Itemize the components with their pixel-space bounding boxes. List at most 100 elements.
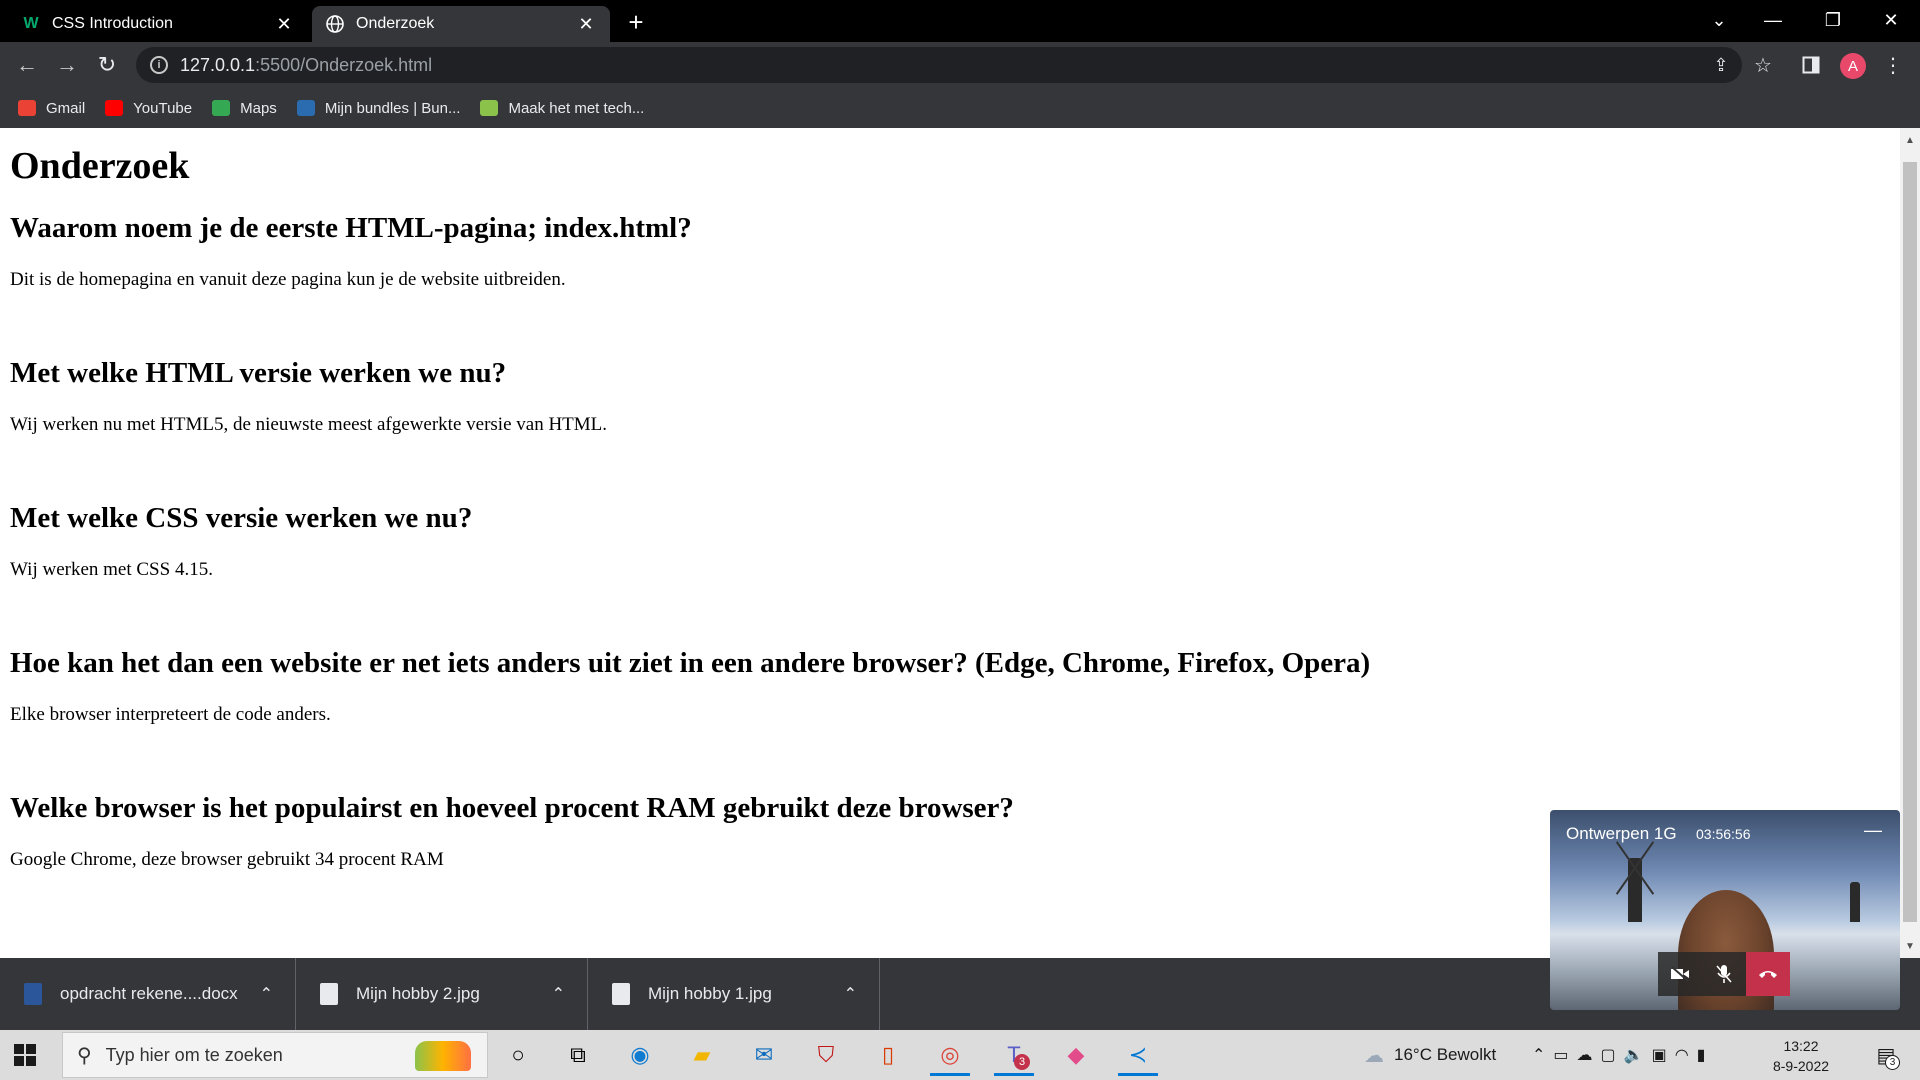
gmail-icon <box>18 100 36 116</box>
chevron-up-icon[interactable]: ⌃ <box>260 984 273 1004</box>
notification-badge: 3 <box>1885 1055 1900 1070</box>
bookmark-label: YouTube <box>133 99 193 117</box>
mcafee-icon[interactable]: ⛉ <box>802 1034 850 1076</box>
back-button[interactable]: ← <box>12 50 42 80</box>
globe-icon <box>326 15 344 33</box>
teams-call-window[interactable]: Ontwerpen 1G 03:56:56 — <box>1550 810 1900 1010</box>
minimize-call-icon[interactable]: — <box>1864 820 1882 841</box>
file-explorer-icon[interactable]: ▰ <box>678 1034 726 1076</box>
info-icon[interactable]: i <box>150 56 168 74</box>
clock-time: 13:22 <box>1783 1038 1819 1054</box>
bookmark-label: Gmail <box>46 99 86 117</box>
onedrive-icon[interactable]: ☁ <box>1577 1045 1601 1065</box>
hang-up-button[interactable] <box>1746 952 1790 996</box>
scrollbar-thumb[interactable] <box>1903 162 1917 922</box>
section-text: Elke browser interpreteert de code ander… <box>10 704 331 725</box>
word-file-icon <box>24 983 42 1005</box>
microphone-icon[interactable]: ▮ <box>1697 1045 1714 1065</box>
taskbar-search-box[interactable]: ⚲ Typ hier om te zoeken <box>62 1032 488 1078</box>
bundles-icon <box>296 100 315 116</box>
section-text: Wij werken met CSS 4.15. <box>10 559 213 580</box>
address-bar[interactable]: i 127.0.0.1:5500/Onderzoek.html <box>136 47 1742 83</box>
tab-label: CSS Introduction <box>52 15 173 32</box>
search-highlight-icon <box>415 1041 471 1071</box>
tech-icon <box>480 100 499 116</box>
tab-onderzoek[interactable]: Onderzoek ✕ <box>312 6 610 42</box>
weather-widget[interactable]: ☁ 16°C Bewolkt <box>1364 1030 1496 1080</box>
minimize-button[interactable]: — <box>1744 0 1802 40</box>
download-item[interactable]: Mijn hobby 2.jpg ⌃ <box>296 958 588 1030</box>
new-tab-button[interactable]: + <box>622 7 650 37</box>
battery-icon[interactable]: ▭ <box>1553 1045 1576 1065</box>
close-icon[interactable]: ✕ <box>274 14 294 34</box>
browser-titlebar: W CSS Introduction ✕ Onderzoek ✕ + ⌄ — ❐… <box>0 0 1920 42</box>
tab-css-introduction[interactable]: W CSS Introduction ✕ <box>8 6 308 42</box>
cortana-icon[interactable]: ○ <box>494 1034 542 1076</box>
mic-off-icon[interactable] <box>1702 952 1746 996</box>
system-tray[interactable]: ⌃ ▭ ☁ ▢ 🔈 ▣ ◠ ▮ <box>1532 1030 1713 1080</box>
page-title: Onderzoek <box>10 145 190 187</box>
reload-button[interactable]: ↻ <box>92 50 122 80</box>
teams-badge: 3 <box>1014 1054 1030 1070</box>
taskbar-clock[interactable]: 13:22 8-9-2022 <box>1760 1036 1842 1076</box>
section-heading: Met welke HTML versie werken we nu? <box>10 357 507 389</box>
section-heading: Waarom noem je de eerste HTML-pagina; in… <box>10 212 692 244</box>
side-panel-icon[interactable] <box>1796 50 1826 80</box>
wifi-icon[interactable]: ◠ <box>1675 1045 1697 1065</box>
download-label: Mijn hobby 2.jpg <box>356 984 480 1003</box>
chevron-up-icon[interactable]: ⌃ <box>844 984 857 1004</box>
vscode-icon[interactable]: ≺ <box>1114 1034 1162 1076</box>
maps-icon <box>212 100 231 116</box>
tab-search-icon[interactable]: ⌄ <box>1690 0 1748 40</box>
bookmark-gmail[interactable]: Gmail <box>18 100 85 117</box>
restore-button[interactable]: ❐ <box>1804 0 1862 40</box>
office-icon[interactable]: ▯ <box>864 1034 912 1076</box>
bookmark-tech[interactable]: Maak het met tech... <box>480 100 644 117</box>
url-host: 127.0.0.1 <box>180 54 256 75</box>
chevron-up-icon[interactable]: ⌃ <box>552 984 565 1004</box>
meet-now-icon[interactable]: ▢ <box>1601 1045 1624 1065</box>
section-text: Wij werken nu met HTML5, de nieuwste mee… <box>10 414 608 435</box>
bookmark-youtube[interactable]: YouTube <box>105 100 192 117</box>
url-path: :5500/Onderzoek.html <box>255 54 433 75</box>
bookmark-star-icon[interactable]: ☆ <box>1748 50 1778 80</box>
bookmarks-bar: Gmail YouTube Maps Mijn bundles | Bun...… <box>0 88 1920 128</box>
notifications-icon[interactable]: ▤ 3 <box>1862 1034 1910 1076</box>
display-icon[interactable]: ▣ <box>1652 1045 1675 1065</box>
windows-start-icon[interactable] <box>14 1044 36 1066</box>
download-label: opdracht rekene....docx <box>60 984 238 1003</box>
page-scrollbar[interactable]: ▲ ▼ <box>1900 128 1920 958</box>
section-heading: Hoe kan het dan een website er net iets … <box>10 647 1371 679</box>
windows-taskbar: ⚲ Typ hier om te zoeken ○ ⧉ ◉ ▰ ✉ ⛉ ▯ ◎ … <box>0 1030 1920 1080</box>
section-text: Dit is de homepagina en vanuit deze pagi… <box>10 269 566 290</box>
task-view-icon[interactable]: ⧉ <box>554 1034 602 1076</box>
browser-toolbar: ← → ↻ i 127.0.0.1:5500/Onderzoek.html ⇪ … <box>0 42 1920 88</box>
clock-date: 8-9-2022 <box>1772 1058 1830 1074</box>
more-menu-icon[interactable]: ⋮ <box>1878 50 1908 80</box>
image-file-icon <box>612 983 630 1005</box>
download-item[interactable]: opdracht rekene....docx ⌃ <box>0 958 296 1030</box>
bookmark-label: Mijn bundles | Bun... <box>324 99 461 117</box>
close-window-button[interactable]: ✕ <box>1862 0 1920 40</box>
teams-icon[interactable]: T3 <box>990 1034 1038 1076</box>
chrome-icon[interactable]: ◎ <box>926 1034 974 1076</box>
close-icon[interactable]: ✕ <box>576 14 596 34</box>
download-item[interactable]: Mijn hobby 1.jpg ⌃ <box>588 958 880 1030</box>
bookmark-label: Maps <box>240 99 277 117</box>
edge-icon[interactable]: ◉ <box>616 1034 664 1076</box>
scroll-down-arrow[interactable]: ▼ <box>1900 938 1920 954</box>
volume-icon[interactable]: 🔈 <box>1624 1045 1652 1065</box>
bookmark-maps[interactable]: Maps <box>212 100 277 117</box>
section-heading: Met welke CSS versie werken we nu? <box>10 502 473 534</box>
scroll-up-arrow[interactable]: ▲ <box>1900 132 1920 148</box>
chevron-up-icon[interactable]: ⌃ <box>1532 1045 1553 1065</box>
pinned-app-icon[interactable]: ◆ <box>1052 1034 1100 1076</box>
profile-avatar[interactable]: A <box>1840 53 1866 79</box>
camera-off-icon[interactable] <box>1658 952 1702 996</box>
forward-button[interactable]: → <box>52 50 82 80</box>
share-icon[interactable]: ⇪ <box>1706 50 1736 80</box>
mail-icon[interactable]: ✉ <box>740 1034 788 1076</box>
cloud-icon: ☁ <box>1364 1044 1384 1067</box>
bookmark-label: Maak het met tech... <box>508 99 645 117</box>
bookmark-bundles[interactable]: Mijn bundles | Bun... <box>296 99 461 117</box>
